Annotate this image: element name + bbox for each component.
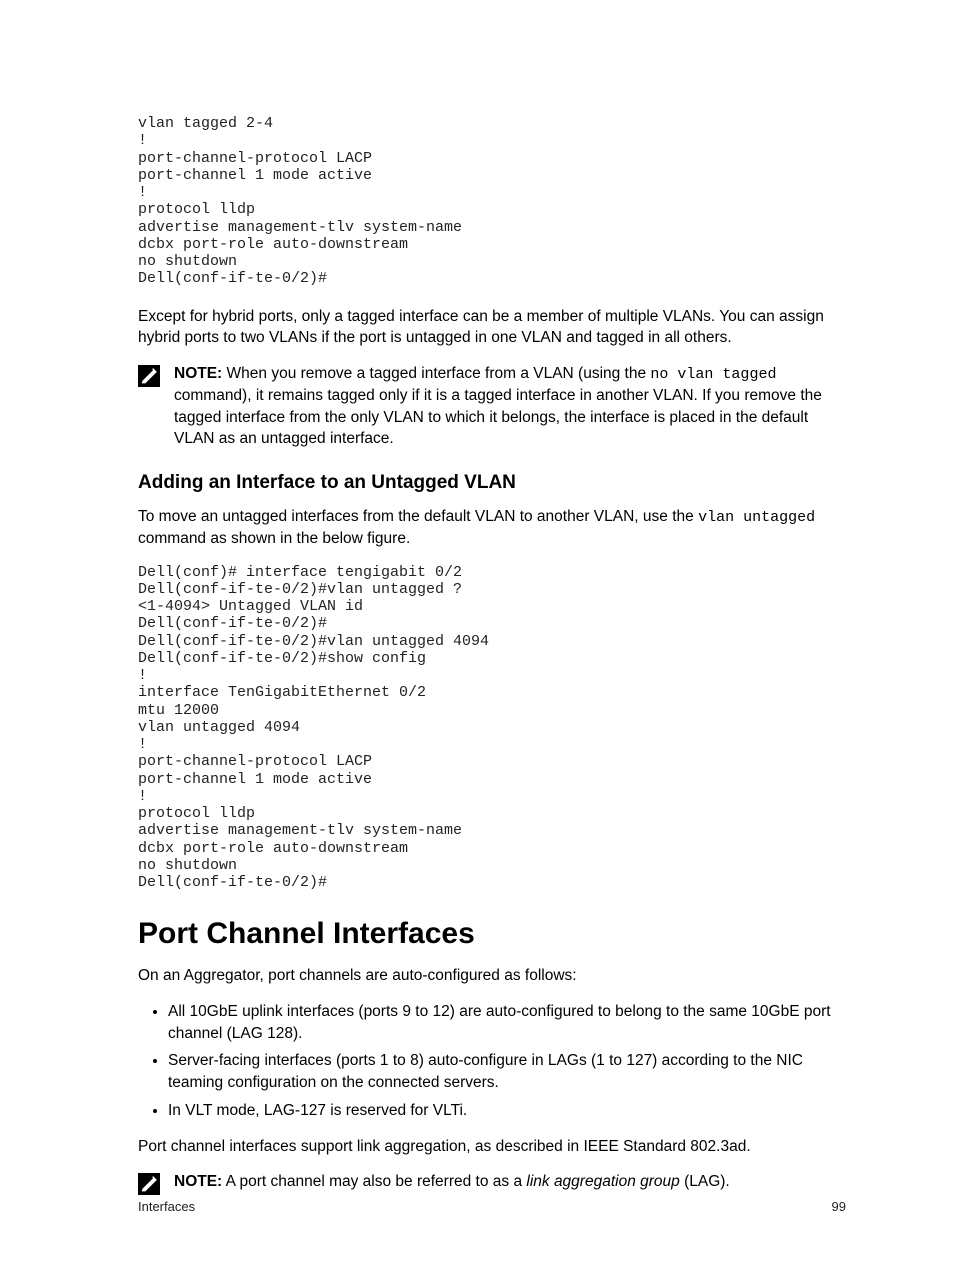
note-emphasis: link aggregation group: [526, 1173, 679, 1190]
text-segment: command as shown in the below figure.: [138, 530, 410, 547]
note-block-1: NOTE: When you remove a tagged interface…: [138, 363, 846, 450]
note-block-2: NOTE: A port channel may also be referre…: [138, 1171, 846, 1195]
note-label: NOTE:: [174, 365, 222, 382]
code-block-top: vlan tagged 2-4 ! port-channel-protocol …: [138, 115, 846, 288]
footer-section-name: Interfaces: [138, 1199, 195, 1214]
note-mono: no vlan tagged: [650, 366, 776, 383]
list-item: All 10GbE uplink interfaces (ports 9 to …: [168, 1001, 846, 1044]
paragraph-untagged-vlan: To move an untagged interfaces from the …: [138, 506, 846, 550]
footer-page-number: 99: [832, 1199, 846, 1214]
note-icon: [138, 365, 160, 387]
note-icon: [138, 1173, 160, 1195]
note-text-1: NOTE: When you remove a tagged interface…: [174, 363, 846, 450]
inline-code: vlan untagged: [698, 509, 815, 526]
paragraph-hybrid-ports: Except for hybrid ports, only a tagged i…: [138, 306, 846, 349]
text-segment: To move an untagged interfaces from the …: [138, 508, 698, 525]
note-label: NOTE:: [174, 1173, 222, 1190]
note-text-2: NOTE: A port channel may also be referre…: [174, 1171, 730, 1193]
note-segment: command), it remains tagged only if it i…: [174, 387, 822, 447]
note-segment: When you remove a tagged interface from …: [222, 365, 650, 382]
list-item: Server-facing interfaces (ports 1 to 8) …: [168, 1050, 846, 1093]
heading-port-channel: Port Channel Interfaces: [138, 917, 846, 951]
list-item: In VLT mode, LAG-127 is reserved for VLT…: [168, 1100, 846, 1122]
note-segment: A port channel may also be referred to a…: [222, 1173, 526, 1190]
paragraph-link-aggregation: Port channel interfaces support link agg…: [138, 1136, 846, 1158]
subheading-untagged-vlan: Adding an Interface to an Untagged VLAN: [138, 472, 846, 494]
note-segment: (LAG).: [680, 1173, 730, 1190]
page-footer: Interfaces 99: [138, 1199, 846, 1214]
bullet-list: All 10GbE uplink interfaces (ports 9 to …: [138, 1001, 846, 1121]
paragraph-aggregator: On an Aggregator, port channels are auto…: [138, 965, 846, 987]
code-block-untagged: Dell(conf)# interface tengigabit 0/2 Del…: [138, 564, 846, 892]
